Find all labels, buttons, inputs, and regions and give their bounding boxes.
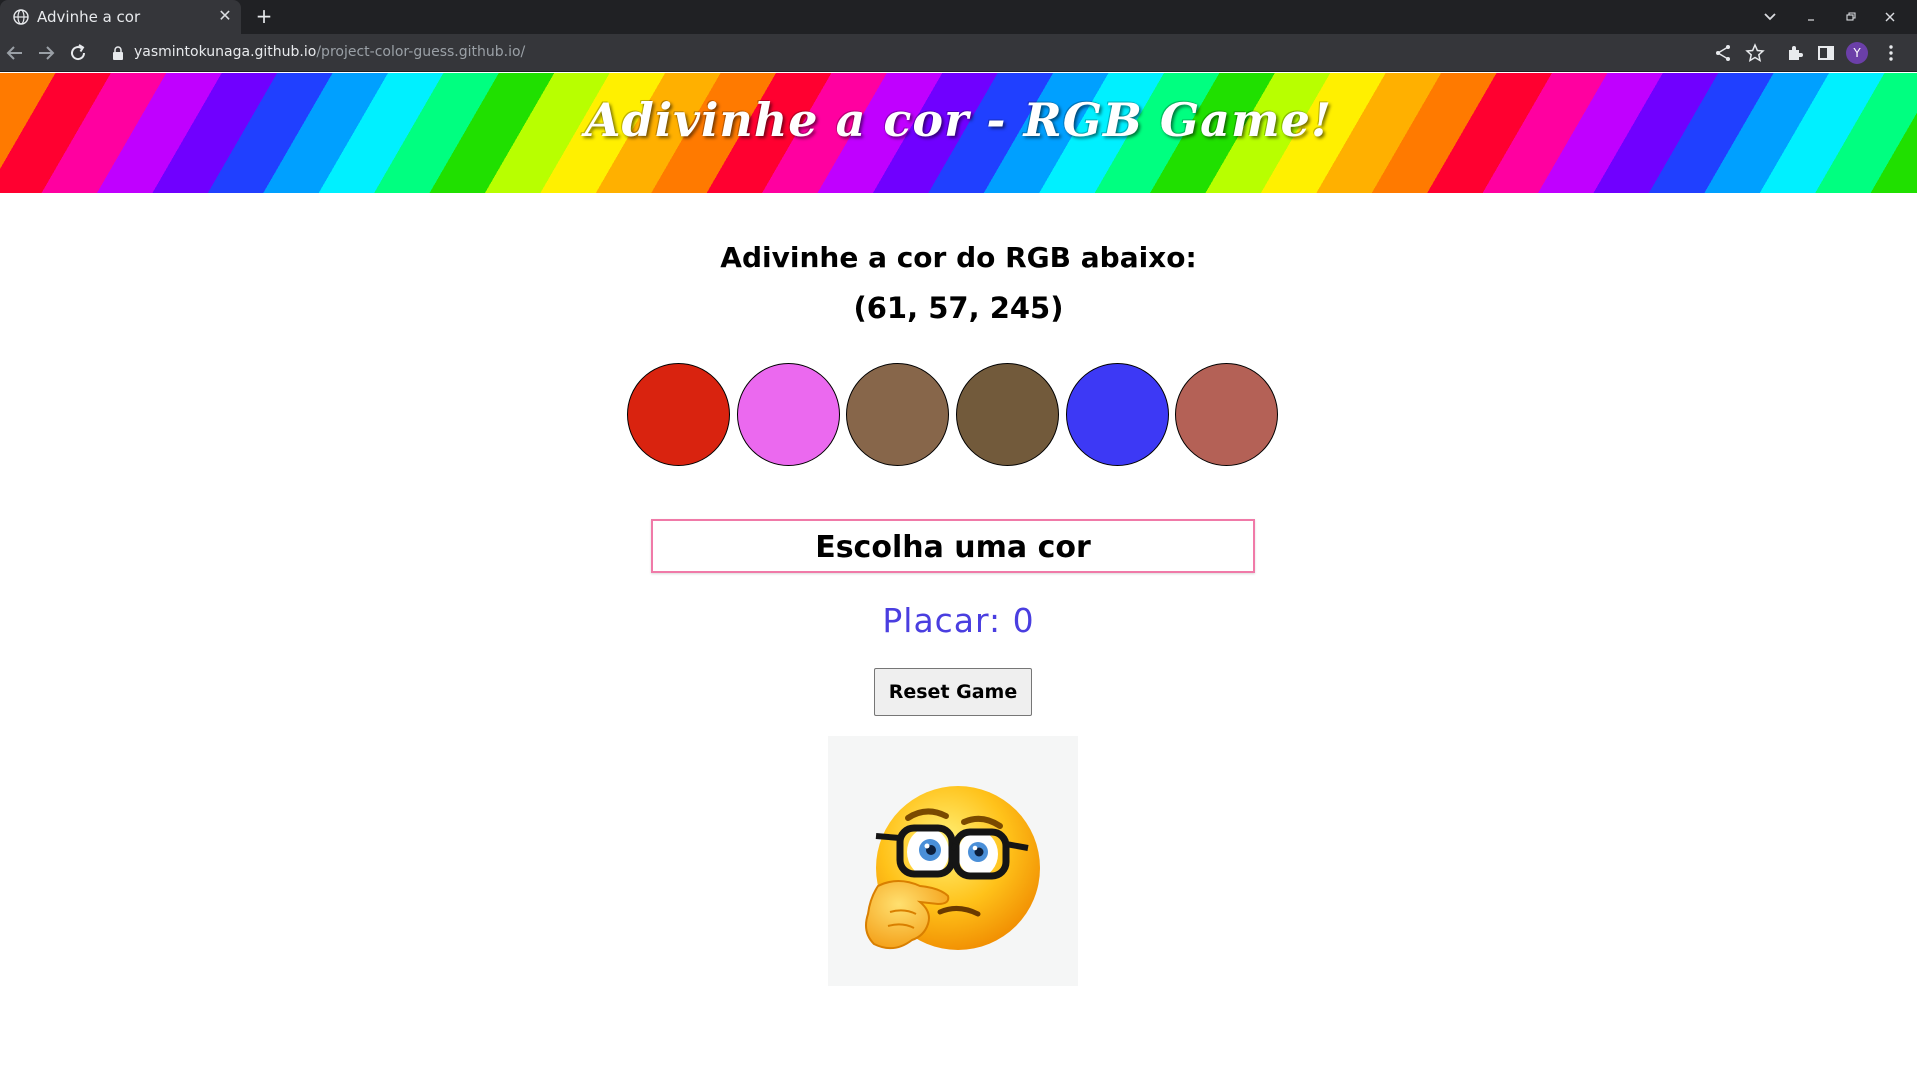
star-icon[interactable] bbox=[1745, 43, 1765, 63]
tab-title: Advinhe a cor bbox=[37, 8, 141, 26]
page-title: Adivinhe a cor - RGB Game! bbox=[584, 93, 1333, 147]
color-ball[interactable] bbox=[956, 363, 1059, 466]
minimize-icon[interactable] bbox=[1800, 6, 1822, 28]
color-ball[interactable] bbox=[1175, 363, 1278, 466]
close-icon[interactable] bbox=[1879, 6, 1901, 28]
browser-tab[interactable]: Advinhe a cor ✕ bbox=[0, 0, 241, 34]
rgb-color-text: (61, 57, 245) bbox=[853, 291, 1064, 325]
reset-game-button[interactable]: Reset Game bbox=[874, 668, 1032, 716]
globe-icon bbox=[13, 9, 29, 25]
color-ball[interactable] bbox=[846, 363, 949, 466]
restore-icon[interactable] bbox=[1839, 6, 1861, 28]
browser-tabstrip: Advinhe a cor ✕ + bbox=[0, 0, 1917, 34]
color-ball[interactable] bbox=[1066, 363, 1169, 466]
reload-icon[interactable] bbox=[66, 41, 90, 65]
answer-text: Escolha uma cor bbox=[815, 530, 1091, 565]
page-content: Adivinhe a cor - RGB Game! Adivinhe a co… bbox=[0, 73, 1917, 1069]
profile-avatar[interactable]: Y bbox=[1846, 42, 1868, 64]
browser-toolbar: yasmintokunaga.github.io/project-color-g… bbox=[0, 34, 1917, 72]
back-icon[interactable] bbox=[3, 41, 27, 65]
url-host: yasmintokunaga.github.io bbox=[134, 44, 317, 60]
extensions-icon[interactable] bbox=[1785, 43, 1805, 63]
tab-close-icon[interactable]: ✕ bbox=[215, 6, 235, 26]
rainbow-banner: Adivinhe a cor - RGB Game! bbox=[0, 73, 1917, 193]
share-icon[interactable] bbox=[1713, 43, 1733, 63]
score-text: Placar: 0 bbox=[882, 601, 1035, 640]
answer-box: Escolha uma cor bbox=[651, 519, 1255, 573]
url-path: /project-color-guess.github.io/ bbox=[316, 44, 526, 60]
tab-list-icon[interactable] bbox=[1759, 6, 1781, 28]
thinking-face-icon bbox=[865, 786, 1040, 950]
url-text[interactable]: yasmintokunaga.github.io/project-color-g… bbox=[134, 44, 525, 60]
color-options bbox=[627, 363, 1287, 467]
forward-icon[interactable] bbox=[34, 41, 58, 65]
side-panel-icon[interactable] bbox=[1816, 43, 1836, 63]
menu-icon[interactable] bbox=[1881, 43, 1901, 63]
lock-icon[interactable] bbox=[112, 46, 124, 60]
question-text: Adivinhe a cor do RGB abaixo: bbox=[720, 241, 1197, 274]
color-ball[interactable] bbox=[737, 363, 840, 466]
thinking-emoji-image bbox=[828, 736, 1078, 986]
new-tab-button[interactable]: + bbox=[252, 4, 276, 28]
color-ball[interactable] bbox=[627, 363, 730, 466]
address-bar[interactable]: yasmintokunaga.github.io/project-color-g… bbox=[100, 38, 1700, 68]
